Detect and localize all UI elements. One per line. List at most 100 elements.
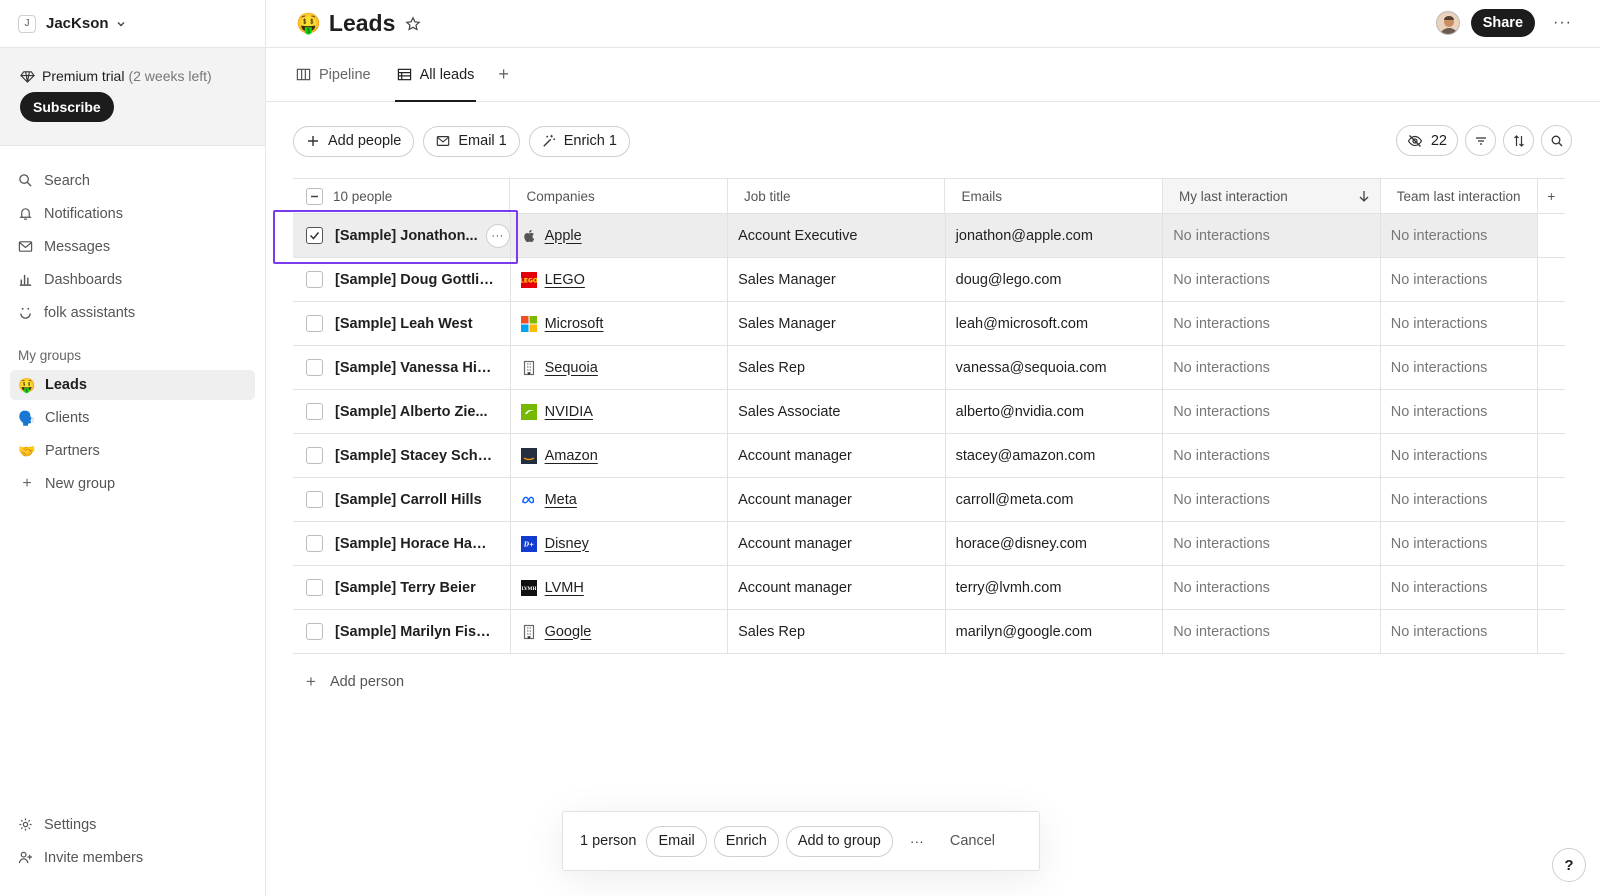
enrich-button[interactable]: Enrich 1 — [528, 125, 630, 157]
job-title-cell[interactable]: Sales Rep — [728, 346, 946, 389]
person-cell[interactable]: [Sample] Alberto Zie... — [293, 390, 511, 433]
company-link[interactable]: Microsoft — [545, 316, 604, 332]
bulk-email-button[interactable]: Email — [646, 825, 707, 857]
my-last-interaction-cell[interactable]: No interactions — [1163, 346, 1381, 389]
email-cell[interactable]: stacey@amazon.com — [946, 434, 1164, 477]
job-title-cell[interactable]: Sales Manager — [728, 302, 946, 345]
row-checkbox[interactable] — [306, 227, 323, 244]
email-cell[interactable]: marilyn@google.com — [946, 610, 1164, 653]
team-last-interaction-cell[interactable]: No interactions — [1381, 258, 1538, 301]
job-title-cell[interactable]: Account manager — [728, 478, 946, 521]
email-cell[interactable]: terry@lvmh.com — [946, 566, 1164, 609]
job-title-cell[interactable]: Account manager — [728, 522, 946, 565]
table-row[interactable]: [Sample] Vanessa Hic... Sequoia Sales Re… — [293, 346, 1565, 390]
team-last-interaction-cell[interactable]: No interactions — [1381, 610, 1538, 653]
person-cell[interactable]: [Sample] Vanessa Hic... — [293, 346, 511, 389]
row-checkbox[interactable] — [306, 359, 323, 376]
company-cell[interactable]: D+ Disney — [511, 522, 729, 565]
select-all-checkbox[interactable] — [306, 187, 323, 205]
company-link[interactable]: LVMH — [545, 580, 584, 596]
company-cell[interactable]: Sequoia — [511, 346, 729, 389]
row-checkbox[interactable] — [306, 403, 323, 420]
group-item-leads[interactable]: 🤑 Leads — [10, 370, 255, 400]
row-more-button[interactable]: ··· — [485, 223, 510, 248]
share-button[interactable]: Share — [1470, 9, 1536, 37]
company-cell[interactable]: Apple — [510, 214, 729, 257]
person-name[interactable]: [Sample] Doug Gottlieb — [335, 272, 495, 288]
table-row[interactable]: [Sample] Carroll Hills Meta Account mana… — [293, 478, 1565, 522]
email-cell[interactable]: horace@disney.com — [946, 522, 1164, 565]
my-last-interaction-cell[interactable]: No interactions — [1163, 610, 1381, 653]
person-name[interactable]: [Sample] Marilyn Fisher — [335, 624, 495, 640]
job-title-cell[interactable]: Account Executive — [728, 214, 946, 257]
email-cell[interactable]: leah@microsoft.com — [946, 302, 1164, 345]
job-title-cell[interactable]: Sales Associate — [728, 390, 946, 433]
job-title-cell[interactable]: Sales Manager — [728, 258, 946, 301]
company-cell[interactable]: Google — [511, 610, 729, 653]
company-link[interactable]: Meta — [545, 492, 577, 508]
company-cell[interactable]: LVMH LVMH — [511, 566, 729, 609]
email-button[interactable]: Email 1 — [423, 125, 520, 157]
company-cell[interactable]: Amazon — [511, 434, 729, 477]
column-job-title[interactable]: Job title — [728, 179, 946, 213]
column-my-last-interaction[interactable]: My last interaction — [1163, 179, 1381, 213]
bulk-enrich-button[interactable]: Enrich — [713, 825, 779, 857]
email-cell[interactable]: doug@lego.com — [946, 258, 1164, 301]
bulk-add-to-group-button[interactable]: Add to group — [785, 825, 893, 857]
email-cell[interactable]: jonathon@apple.com — [945, 214, 1164, 257]
new-group-button[interactable]: + New group — [10, 469, 255, 499]
group-item-clients[interactable]: 🗣️ Clients — [10, 403, 255, 433]
tab-all-leads[interactable]: All leads — [394, 48, 477, 102]
nav-item-notifications[interactable]: Notifications — [0, 197, 265, 230]
tab-pipeline[interactable]: Pipeline — [294, 48, 373, 101]
column-companies[interactable]: Companies — [510, 179, 728, 213]
company-cell[interactable]: LEGO LEGO — [511, 258, 729, 301]
nav-item-settings[interactable]: Settings — [0, 808, 265, 841]
job-title-cell[interactable]: Sales Rep — [728, 610, 946, 653]
add-people-button[interactable]: Add people — [293, 125, 415, 157]
filter-button[interactable] — [1465, 125, 1496, 156]
team-last-interaction-cell[interactable]: No interactions — [1381, 478, 1538, 521]
person-name[interactable]: [Sample] Leah West — [335, 316, 473, 332]
subscribe-button[interactable]: Subscribe — [20, 92, 114, 122]
star-icon[interactable] — [405, 15, 421, 32]
my-last-interaction-cell[interactable]: No interactions — [1163, 566, 1381, 609]
bulk-more-button[interactable]: ··· — [910, 833, 924, 849]
my-last-interaction-cell[interactable]: No interactions — [1163, 478, 1381, 521]
person-name[interactable]: [Sample] Carroll Hills — [335, 492, 482, 508]
team-last-interaction-cell[interactable]: No interactions — [1381, 346, 1538, 389]
company-link[interactable]: Google — [545, 624, 592, 640]
group-item-partners[interactable]: 🤝 Partners — [10, 436, 255, 466]
add-column-button[interactable]: + — [1538, 179, 1565, 213]
email-cell[interactable]: vanessa@sequoia.com — [946, 346, 1164, 389]
row-checkbox[interactable] — [306, 491, 323, 508]
team-last-interaction-cell[interactable]: No interactions — [1381, 566, 1538, 609]
company-link[interactable]: Amazon — [545, 448, 598, 464]
team-last-interaction-cell[interactable]: No interactions — [1381, 302, 1538, 345]
row-checkbox[interactable] — [306, 579, 323, 596]
person-cell[interactable]: [Sample] Terry Beier — [293, 566, 511, 609]
nav-item-assistants[interactable]: folk assistants — [0, 296, 265, 329]
table-row[interactable]: [Sample] Jonathon... ··· Apple Account E… — [293, 214, 1565, 258]
job-title-cell[interactable]: Account manager — [728, 566, 946, 609]
more-icon[interactable]: ··· — [1553, 14, 1572, 32]
company-link[interactable]: Sequoia — [545, 360, 598, 376]
bulk-cancel-button[interactable]: Cancel — [950, 833, 995, 849]
email-cell[interactable]: alberto@nvidia.com — [946, 390, 1164, 433]
person-name[interactable]: [Sample] Vanessa Hic... — [335, 360, 495, 376]
nav-item-dashboards[interactable]: Dashboards — [0, 263, 265, 296]
person-name[interactable]: [Sample] Alberto Zie... — [335, 404, 488, 420]
avatar[interactable] — [1435, 11, 1460, 35]
person-cell[interactable]: [Sample] Marilyn Fisher — [293, 610, 511, 653]
company-cell[interactable]: Microsoft — [511, 302, 729, 345]
job-title-cell[interactable]: Account manager — [728, 434, 946, 477]
table-row[interactable]: [Sample] Doug Gottlieb LEGO LEGO Sales M… — [293, 258, 1565, 302]
row-checkbox[interactable] — [306, 315, 323, 332]
nav-item-search[interactable]: Search — [0, 164, 265, 197]
company-link[interactable]: NVIDIA — [545, 404, 593, 420]
my-last-interaction-cell[interactable]: No interactions — [1163, 258, 1381, 301]
person-cell[interactable]: [Sample] Carroll Hills — [293, 478, 511, 521]
column-team-last-interaction[interactable]: Team last interaction — [1381, 179, 1538, 213]
nav-item-messages[interactable]: Messages — [0, 230, 265, 263]
add-view-button[interactable]: + — [498, 48, 509, 101]
